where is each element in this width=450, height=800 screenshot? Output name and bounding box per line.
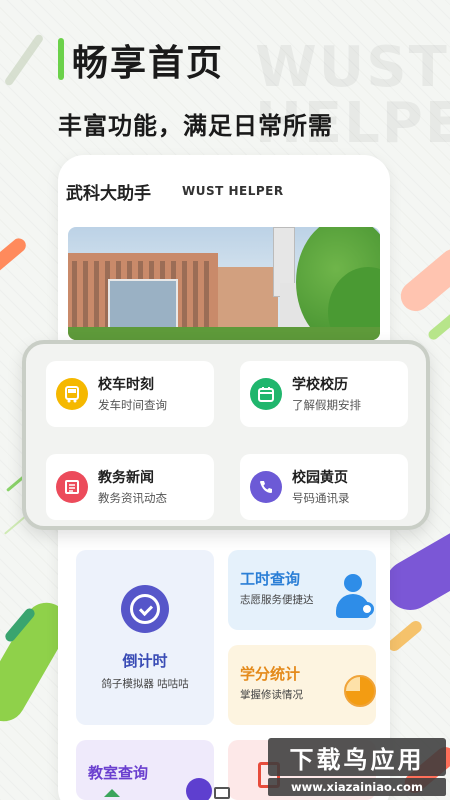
work-hours-card[interactable]: 工时查询 志愿服务便捷达 — [228, 550, 376, 630]
title-accent-bar — [58, 38, 64, 80]
tile-academic-news[interactable]: 教务新闻 教务资讯动态 — [46, 454, 214, 520]
clock-check-icon — [121, 585, 169, 633]
work-hours-title: 工时查询 — [240, 570, 301, 588]
tile-title: 校车时刻 — [98, 377, 154, 393]
tile-title: 教务新闻 — [98, 470, 154, 486]
page-subtitle: 丰富功能，满足日常所需 — [58, 112, 333, 140]
countdown-subtitle: 鸽子模拟器 咕咕咕 — [101, 678, 189, 690]
decor-pill — [394, 242, 450, 318]
site-watermark-url: www.xiazainiao.com — [268, 778, 446, 796]
news-icon — [56, 471, 88, 503]
credits-title: 学分统计 — [240, 665, 301, 683]
work-hours-subtitle: 志愿服务便捷达 — [240, 594, 314, 606]
home-icon[interactable] — [104, 789, 120, 797]
app-title: 武科大助手 — [66, 184, 151, 204]
decor-pill — [385, 618, 425, 654]
decor-pill — [0, 235, 29, 279]
phone-icon — [250, 471, 282, 503]
tile-title: 校园黄页 — [292, 470, 348, 486]
credits-card[interactable]: 学分统计 掌握修读情况 — [228, 645, 376, 725]
site-watermark-main: 下载鸟应用 — [268, 738, 446, 776]
quick-access-card: 校车时刻 发车时间查询 学校校历 了解假期安排 教务新闻 教务资讯动态 校园黄页… — [22, 340, 430, 530]
credits-subtitle: 掌握修读情况 — [240, 689, 303, 701]
countdown-card[interactable]: 倒计时 鸽子模拟器 咕咕咕 — [76, 550, 214, 725]
tile-bus-schedule[interactable]: 校车时刻 发车时间查询 — [46, 361, 214, 427]
pie-chart-icon — [344, 675, 376, 707]
page-title: 畅享首页 — [72, 43, 225, 84]
tile-subtitle: 了解假期安排 — [292, 398, 361, 412]
decor-stripe — [3, 33, 45, 87]
calendar-icon — [250, 378, 282, 410]
site-watermark: 下载鸟应用 www.xiazainiao.com — [268, 738, 448, 798]
tile-campus-directory[interactable]: 校园黄页 号码通讯录 — [240, 454, 408, 520]
decor-pill — [426, 308, 450, 342]
tile-subtitle: 发车时间查询 — [98, 398, 167, 412]
calendar-tab-icon[interactable] — [214, 787, 230, 799]
bus-icon — [56, 378, 88, 410]
tile-school-calendar[interactable]: 学校校历 了解假期安排 — [240, 361, 408, 427]
tile-subtitle: 教务资讯动态 — [98, 491, 167, 505]
classroom-title: 教室查询 — [88, 764, 149, 782]
person-icon — [336, 574, 374, 622]
tile-title: 学校校历 — [292, 377, 348, 393]
countdown-title: 倒计时 — [122, 652, 168, 670]
tile-subtitle: 号码通讯录 — [292, 491, 350, 505]
app-title-en: WUST HELPER — [182, 184, 284, 198]
campus-banner[interactable] — [68, 227, 380, 340]
